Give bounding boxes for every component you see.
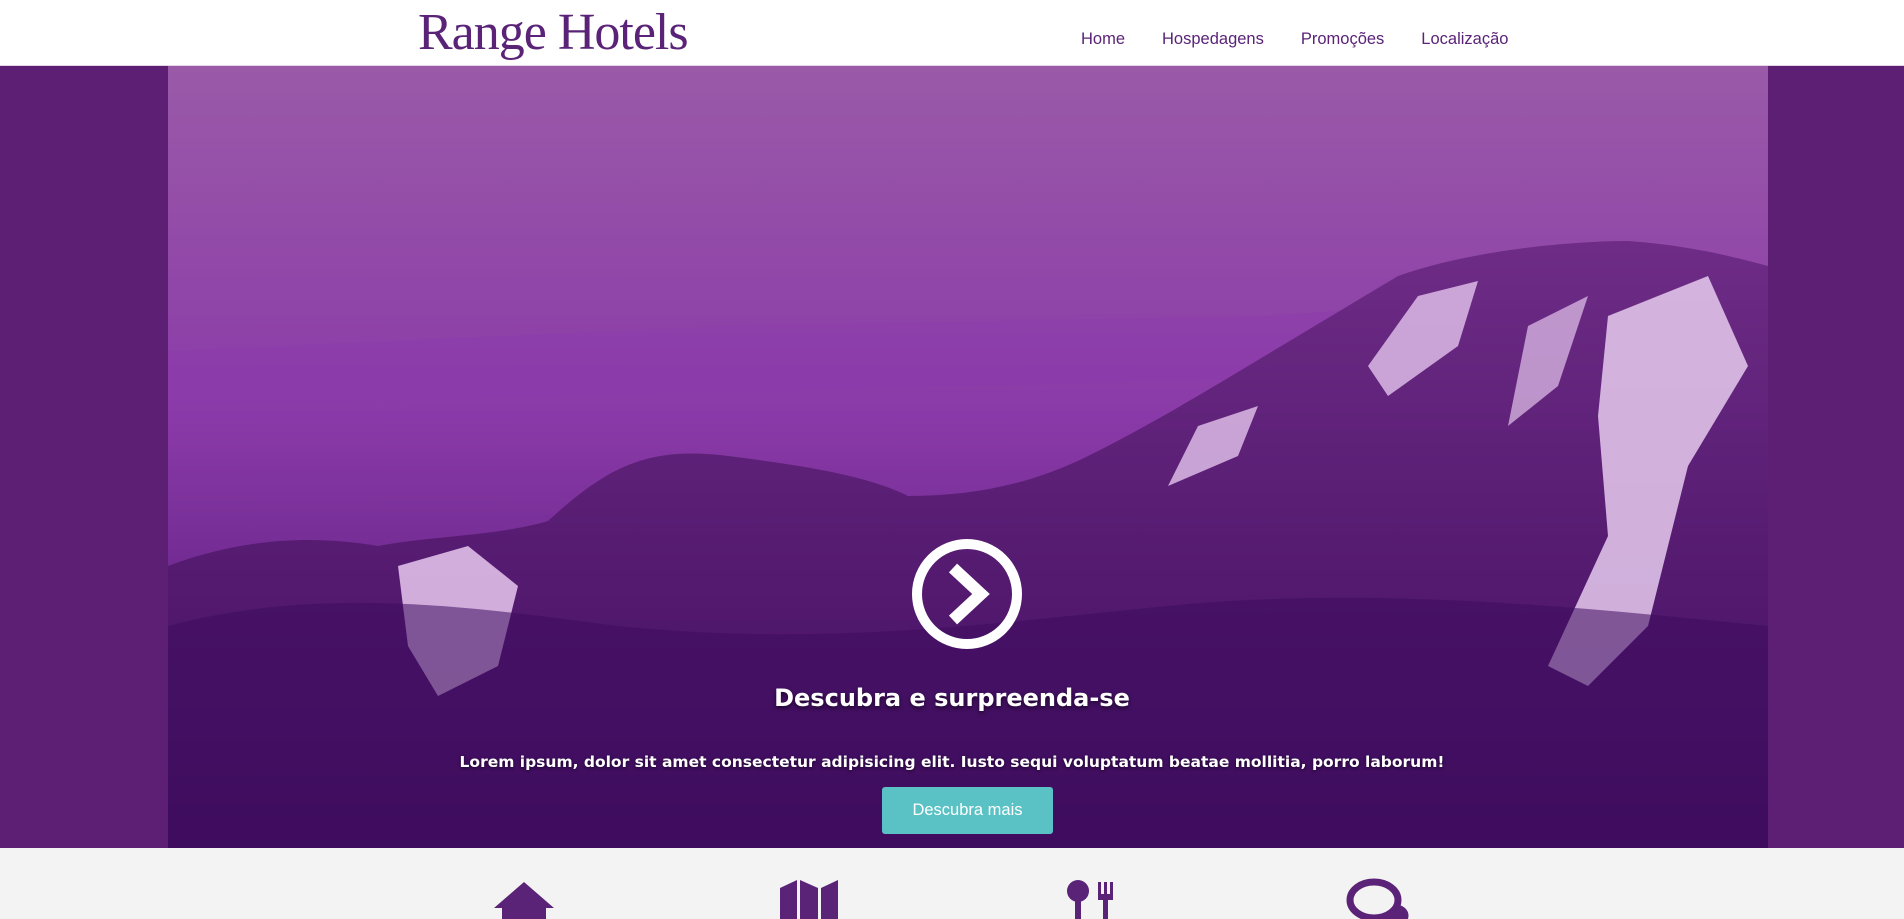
nav-item-localizacao[interactable]: Localização: [1421, 30, 1508, 49]
discover-more-button[interactable]: Descubra mais: [882, 787, 1053, 834]
nav-item-promocoes[interactable]: Promoções: [1301, 30, 1384, 49]
hero-subtext: Lorem ipsum, dolor sit amet consectetur …: [459, 753, 1445, 771]
hero-image: [168, 66, 1768, 848]
restaurant-icon: [1067, 880, 1113, 919]
nav-item-hospedagens[interactable]: Hospedagens: [1162, 30, 1264, 49]
features-strip: [0, 848, 1904, 919]
top-navbar: Range Hotels Home Hospedagens Promoções …: [0, 0, 1904, 66]
nav-item-home[interactable]: Home: [1081, 30, 1125, 49]
map-icon: [780, 880, 838, 919]
home-icon: [494, 882, 554, 919]
mountain-landscape-image: [168, 66, 1768, 848]
brand-logo[interactable]: Range Hotels: [418, 2, 689, 64]
hero-headline: Descubra e surpreenda-se: [774, 684, 1130, 712]
hero-banner: Descubra e surpreenda-se Lorem ipsum, do…: [0, 66, 1904, 848]
chevron-circle-right-icon[interactable]: [911, 538, 1023, 650]
main-nav: Home Hospedagens Promoções Localização: [1081, 30, 1545, 49]
chat-icon: [1346, 878, 1409, 919]
